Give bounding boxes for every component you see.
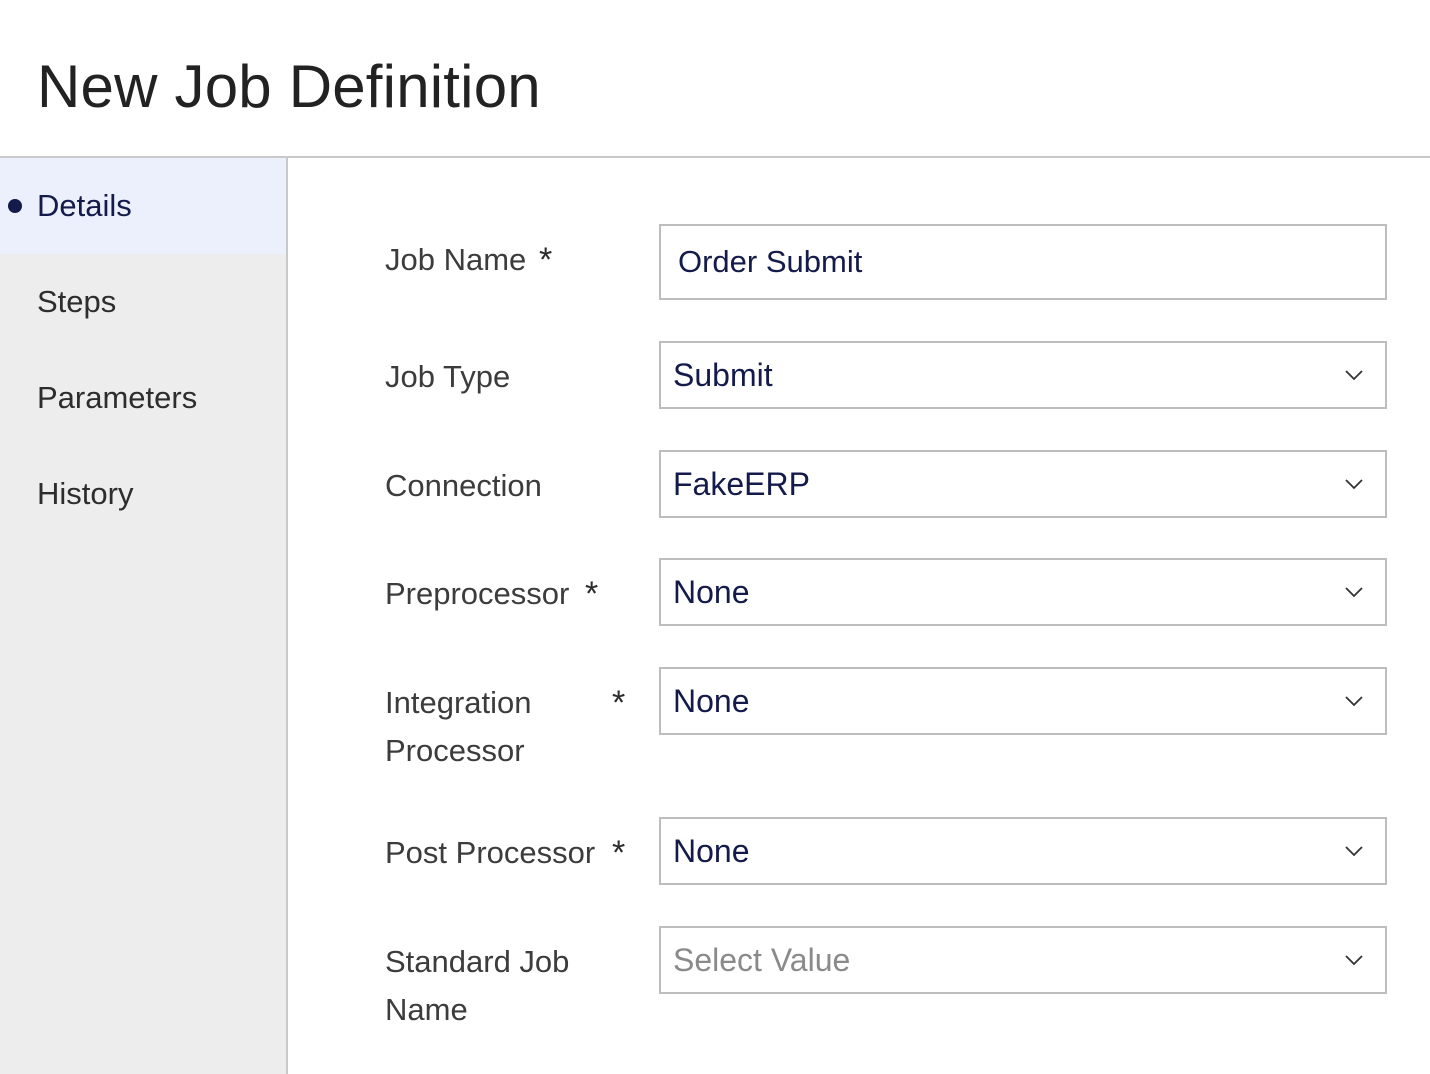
sidebar-nav: Details Steps Parameters History	[0, 158, 288, 1074]
integration-processor-select[interactable]: None	[659, 667, 1387, 735]
connection-label: Connection	[385, 468, 542, 503]
post-processor-select[interactable]: None	[659, 817, 1387, 885]
preprocessor-select[interactable]: None	[659, 558, 1387, 626]
integration-processor-label-line1: Integration	[385, 685, 532, 720]
job-name-label: Job Name	[385, 242, 527, 277]
sidebar-item-label: Details	[37, 188, 132, 223]
job-type-selected-value: Submit	[673, 356, 773, 393]
connection-select[interactable]: FakeERP	[659, 450, 1387, 518]
chevron-down-icon	[1345, 479, 1363, 490]
job-name-input[interactable]	[661, 226, 1385, 298]
page-header: New Job Definition	[0, 0, 1430, 158]
job-type-select[interactable]: Submit	[659, 341, 1387, 409]
required-marker: *	[612, 684, 626, 722]
integration-processor-selected-value: None	[673, 682, 750, 719]
sidebar-item-history[interactable]: History	[0, 446, 286, 542]
required-marker: *	[585, 575, 599, 613]
sidebar-item-label: Steps	[37, 284, 117, 319]
preprocessor-selected-value: None	[673, 573, 750, 610]
page-title: New Job Definition	[37, 53, 541, 120]
integration-processor-label-line2: Processor	[385, 733, 525, 768]
sidebar-item-parameters[interactable]: Parameters	[0, 350, 286, 446]
chevron-down-icon	[1345, 696, 1363, 707]
standard-job-name-label-line2: Name	[385, 992, 468, 1027]
preprocessor-label: Preprocessor	[385, 576, 570, 611]
standard-job-name-select[interactable]: Select Value	[659, 926, 1387, 994]
sidebar-item-label: History	[37, 476, 134, 511]
standard-job-name-label-line1: Standard Job	[385, 944, 570, 979]
post-processor-label: Post Processor	[385, 835, 596, 870]
connection-selected-value: FakeERP	[673, 465, 810, 502]
chevron-down-icon	[1345, 955, 1363, 966]
chevron-down-icon	[1345, 587, 1363, 598]
required-marker: *	[612, 834, 626, 872]
standard-job-name-placeholder: Select Value	[673, 941, 851, 978]
chevron-down-icon	[1345, 370, 1363, 381]
sidebar-item-details[interactable]: Details	[0, 158, 286, 254]
job-type-label: Job Type	[385, 359, 511, 394]
chevron-down-icon	[1345, 846, 1363, 857]
required-marker: *	[539, 241, 553, 279]
page: New Job Definition Details Steps Paramet…	[0, 0, 1430, 1074]
bullet-dot-icon	[8, 199, 22, 213]
sidebar-item-label: Parameters	[37, 380, 198, 415]
post-processor-selected-value: None	[673, 832, 750, 869]
job-name-field	[659, 224, 1387, 300]
sidebar-item-steps[interactable]: Steps	[0, 254, 286, 350]
